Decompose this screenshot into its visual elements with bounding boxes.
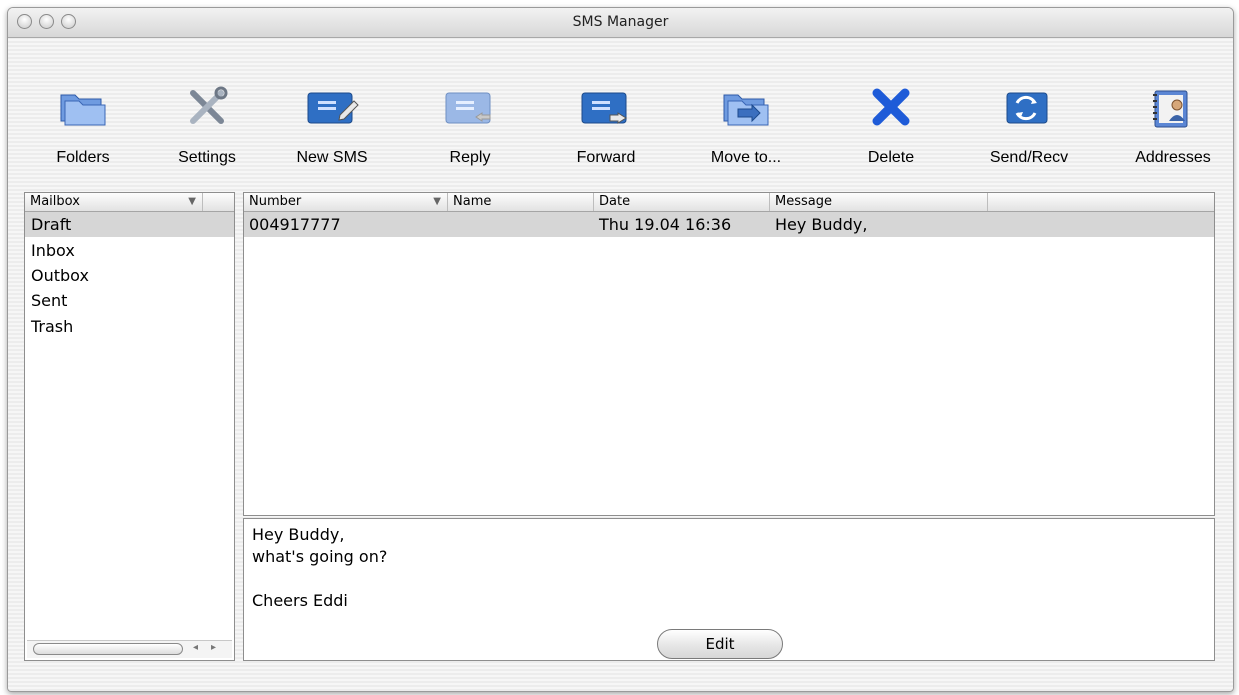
mailbox-header-label: Mailbox	[30, 194, 80, 209]
mailbox-item-outbox[interactable]: Outbox	[25, 263, 234, 288]
send-recv-button[interactable]: Send/Recv	[974, 83, 1084, 166]
move-to-button[interactable]: Move to...	[691, 83, 801, 166]
addresses-button[interactable]: Addresses	[1118, 83, 1228, 166]
send-recv-label: Send/Recv	[989, 149, 1069, 166]
cell-message: Hey Buddy,	[775, 215, 868, 234]
cell-date: Thu 19.04 16:36	[599, 215, 732, 234]
scroll-left-arrow-icon[interactable]: ◂	[193, 642, 198, 653]
scroll-right-arrow-icon[interactable]: ▸	[211, 642, 216, 653]
column-number-label: Number	[249, 194, 302, 209]
sort-descending-icon: ▼	[433, 196, 441, 207]
preview-line-2: what's going on?	[252, 547, 388, 566]
mailbox-item-sent[interactable]: Sent	[25, 288, 234, 313]
reply-label: Reply	[449, 149, 491, 166]
window-title: SMS Manager	[572, 14, 669, 30]
table-row[interactable]: 004917777 Thu 19.04 16:36 Hey Buddy,	[244, 212, 1214, 237]
mailbox-horizontal-scrollbar[interactable]: ◂ ▸	[27, 640, 232, 658]
mailbox-column-header[interactable]: Mailbox ▼	[25, 193, 203, 211]
folders-icon	[55, 83, 111, 133]
settings-icon	[179, 83, 235, 133]
mailbox-header: Mailbox ▼	[25, 193, 234, 212]
cell-number: 004917777	[249, 215, 341, 234]
title-bar: SMS Manager	[8, 8, 1233, 38]
addresses-icon	[1145, 83, 1201, 133]
addresses-label: Addresses	[1135, 149, 1211, 166]
move-to-label: Move to...	[710, 149, 782, 166]
column-message-label: Message	[775, 194, 832, 209]
forward-button[interactable]: Forward	[551, 83, 661, 166]
column-header-message[interactable]: Message	[770, 193, 988, 211]
message-list-pane: Number ▼ Name Date Message 004917777 Thu…	[243, 192, 1215, 516]
send-recv-icon	[1001, 83, 1057, 133]
forward-icon	[578, 83, 634, 133]
mailbox-item-trash[interactable]: Trash	[25, 314, 234, 339]
settings-button[interactable]: Settings	[152, 83, 262, 166]
new-sms-button[interactable]: New SMS	[277, 83, 387, 166]
column-header-name[interactable]: Name	[448, 193, 594, 211]
column-date-label: Date	[599, 194, 631, 209]
folders-button[interactable]: Folders	[28, 83, 138, 166]
new-sms-icon	[304, 83, 360, 133]
delete-label: Delete	[867, 149, 915, 166]
new-sms-label: New SMS	[296, 149, 368, 166]
sort-arrow-icon: ▼	[188, 196, 196, 207]
reply-button[interactable]: Reply	[415, 83, 525, 166]
column-header-date[interactable]: Date	[594, 193, 770, 211]
column-header-number[interactable]: Number ▼	[244, 193, 448, 211]
reply-icon	[442, 83, 498, 133]
delete-button[interactable]: Delete	[836, 83, 946, 166]
message-list-header: Number ▼ Name Date Message	[244, 193, 1214, 212]
mailbox-item-inbox[interactable]: Inbox	[25, 238, 234, 263]
app-window: SMS Manager Folders Settings New SMS Rep…	[7, 7, 1234, 692]
preview-line-4: Cheers Eddi	[252, 591, 348, 610]
move-to-icon	[718, 83, 774, 133]
folders-label: Folders	[56, 149, 110, 166]
toolbar: Folders Settings New SMS Reply Forward M…	[8, 38, 1233, 188]
edit-button[interactable]: Edit	[657, 629, 783, 659]
settings-label: Settings	[178, 149, 236, 166]
mailbox-item-draft[interactable]: Draft	[25, 212, 234, 237]
preview-line-1: Hey Buddy,	[252, 525, 345, 544]
delete-icon	[863, 83, 919, 133]
mailbox-pane: Mailbox ▼ Draft Inbox Outbox Sent Trash …	[24, 192, 235, 661]
scrollbar-thumb[interactable]	[33, 643, 183, 655]
column-name-label: Name	[453, 194, 492, 209]
forward-label: Forward	[576, 149, 636, 166]
